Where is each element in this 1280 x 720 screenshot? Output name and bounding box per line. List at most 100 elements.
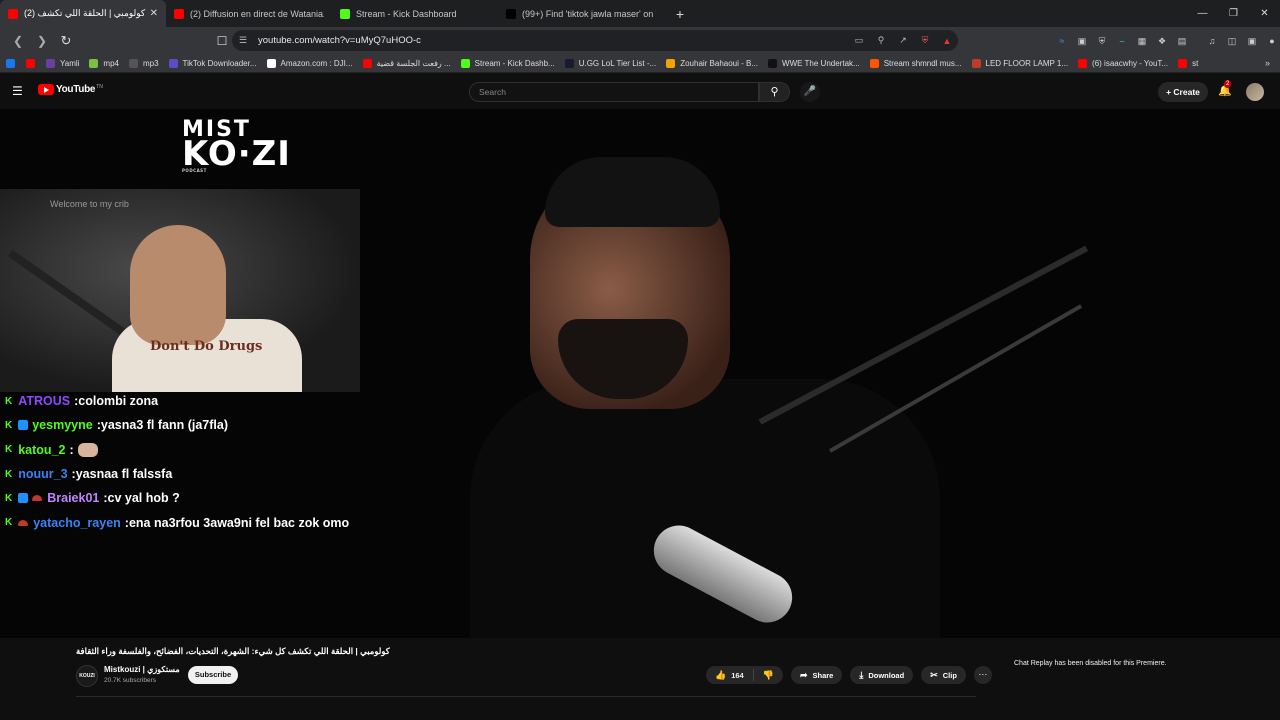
bookmark-favicon-icon: [869, 58, 879, 68]
ext-icon-2[interactable]: ▦: [1132, 34, 1152, 48]
browser-tab[interactable]: (99+) Find 'tiktok jawla maser' on Tik: [498, 0, 664, 27]
bookmark-item[interactable]: WWE The Undertak...: [768, 58, 860, 68]
guide-menu-icon[interactable]: ☰: [12, 84, 26, 98]
bookmark-item[interactable]: [26, 58, 40, 68]
bookmark-favicon-icon: [564, 58, 574, 68]
media-icon[interactable]: ♫: [1202, 34, 1222, 48]
more-bookmarks-icon[interactable]: »: [1265, 58, 1270, 68]
bookmark-label: (6) isaacwhy - YouT...: [1092, 58, 1169, 68]
bookmark-item[interactable]: رفعت الجلسة قضية ...: [362, 58, 451, 68]
chat-message: Knouur_3: yasnaa fl falssfa: [0, 462, 400, 486]
voice-search-button[interactable]: 🎤: [800, 82, 820, 102]
cast-icon[interactable]: ▭: [848, 35, 870, 46]
minimize-icon[interactable]: —: [1187, 0, 1218, 27]
search-input[interactable]: Search: [469, 82, 759, 102]
chat-overlay: K ATROUS: colombi zona Kyesmyyne: yasna3 f…: [0, 389, 400, 535]
wallet-icon[interactable]: ▣: [1242, 34, 1262, 48]
podcast-logo-line2: KO·ZI: [182, 133, 291, 174]
divider: [76, 696, 976, 697]
tab-title: (2) كولومبي | الحلقة اللي تكشف: [24, 8, 146, 18]
scissors-icon: ✂: [930, 669, 938, 680]
bookmark-icon[interactable]: ☐: [212, 31, 232, 51]
browser-tab[interactable]: Stream - Kick Dashboard: [332, 0, 498, 27]
wifi-ext-icon[interactable]: ≈: [1052, 34, 1072, 48]
thumbs-down-icon: 👎: [762, 669, 774, 680]
browser-tab[interactable]: (2) كولومبي | الحلقة اللي تكشف ✕: [0, 0, 166, 27]
back-icon[interactable]: ❮: [8, 31, 28, 51]
like-dislike-group: 👍 164 👎: [706, 666, 783, 684]
video-info: كولومبي | الحلقة اللي تكشف كل شيء: الشهر…: [0, 638, 1280, 720]
youtube-header: ☰ YouTube TN Search ⚲ 🎤 + Create 🔔 2: [0, 73, 1280, 109]
video-player[interactable]: MIST KO·ZI PODCAST Welcome to my crib Do…: [0, 109, 1280, 638]
subscriber-count: 20.7K subscribers: [104, 677, 157, 684]
youtube-logo[interactable]: YouTube TN: [38, 84, 103, 95]
bookmark-favicon-icon: [26, 58, 35, 68]
download-icon: ⤓: [859, 669, 864, 680]
bookmark-item[interactable]: mp4: [89, 58, 119, 68]
channel-avatar[interactable]: KOUZI: [76, 665, 98, 687]
video-title: كولومبي | الحلقة اللي تكشف كل شيء: الشهر…: [76, 646, 390, 656]
ext-icon-3[interactable]: ▤: [1172, 34, 1192, 48]
zoom-icon[interactable]: ⚲: [870, 35, 892, 46]
reload-icon[interactable]: ↻: [56, 31, 76, 51]
site-info-icon[interactable]: ☰: [232, 35, 254, 46]
channel-name[interactable]: Mistkouzi | مستكوزي: [104, 665, 180, 674]
kick-icon: K: [5, 468, 13, 480]
more-actions-button[interactable]: ···: [973, 666, 992, 684]
subscribe-button[interactable]: Subscribe: [188, 666, 238, 684]
address-bar[interactable]: ☰ youtube.com/watch?v=uMyQ7uHOO-c ▭ ⚲ ↗ …: [232, 30, 958, 51]
chat-emote-icon: [77, 442, 98, 457]
shield-ext-icon[interactable]: ⛨: [1092, 34, 1112, 48]
puzzle-icon[interactable]: ❖: [1152, 34, 1172, 48]
youtube-country-code: TN: [96, 83, 103, 90]
bookmark-label: Stream - Kick Dashb...: [474, 58, 555, 68]
bookmark-item[interactable]: (6) isaacwhy - YouT...: [1078, 58, 1169, 68]
bookmark-label: TikTok Downloader...: [182, 58, 257, 68]
notifications-button[interactable]: 🔔 2: [1218, 80, 1232, 97]
chat-text: yasnaa fl falssfa: [75, 467, 173, 482]
account-avatar[interactable]: [1246, 83, 1264, 101]
youtube-play-icon: [38, 84, 54, 95]
bookmark-item[interactable]: LED FLOOR LAMP 1...: [971, 58, 1068, 68]
bookmark-item[interactable]: Stream shmndl mus...: [869, 58, 962, 68]
bookmark-item[interactable]: TikTok Downloader...: [168, 58, 257, 68]
host-hair-top: [545, 157, 720, 227]
bookmark-item[interactable]: st: [1178, 58, 1198, 68]
search-button[interactable]: ⚲: [759, 82, 790, 102]
sidepanel-icon[interactable]: ◫: [1222, 34, 1242, 48]
translate-ext-icon[interactable]: [1112, 34, 1132, 48]
share-page-icon[interactable]: ↗: [892, 35, 914, 46]
bookmark-favicon-icon: [89, 58, 99, 68]
chat-message: K Braiek01: cv yal hob ?: [0, 486, 400, 510]
browser-tab[interactable]: (2) Diffusion en direct de Watania2 R: [166, 0, 332, 27]
share-button[interactable]: ➦ Share: [790, 666, 843, 684]
close-tab-icon[interactable]: ✕: [150, 8, 158, 19]
bookmark-item[interactable]: mp3: [128, 58, 159, 68]
bookmark-favicon-icon: [6, 58, 15, 68]
bookmark-item[interactable]: Yamli: [46, 58, 80, 68]
tab-favicon-icon: [340, 8, 350, 19]
like-button[interactable]: 👍 164: [706, 669, 754, 681]
chat-badge-icon: [18, 420, 29, 431]
bookmark-favicon-icon: [460, 58, 470, 68]
brave-shield-icon[interactable]: ⛨: [914, 35, 936, 46]
bookmark-label: Yamli: [60, 58, 80, 68]
dislike-button[interactable]: 👎: [754, 670, 783, 681]
ext-icon-1[interactable]: ▣: [1072, 34, 1092, 48]
forward-icon[interactable]: ❯: [32, 31, 52, 51]
clip-button[interactable]: ✂ Clip: [921, 666, 966, 684]
close-window-icon[interactable]: ✕: [1249, 0, 1280, 27]
profile-menu-icon[interactable]: ●: [1262, 34, 1280, 48]
create-button[interactable]: + Create: [1158, 82, 1208, 102]
bookmark-item[interactable]: Stream - Kick Dashb...: [460, 58, 555, 68]
restore-icon[interactable]: ❐: [1218, 0, 1249, 27]
streamer-webcam: Welcome to my crib Don't Do Drugs: [0, 189, 360, 392]
kick-icon: K: [5, 395, 13, 407]
download-button[interactable]: ⤓ Download: [850, 666, 914, 684]
rewards-icon[interactable]: ▲: [936, 36, 958, 46]
bookmark-item[interactable]: U.GG LoL Tier List -...: [564, 58, 656, 68]
new-tab-button[interactable]: +: [670, 6, 690, 22]
bookmark-item[interactable]: Zouhair Bahaoui - B...: [666, 58, 758, 68]
bookmark-item[interactable]: [6, 58, 20, 68]
bookmark-item[interactable]: Amazon.com : DJI...: [266, 58, 353, 68]
